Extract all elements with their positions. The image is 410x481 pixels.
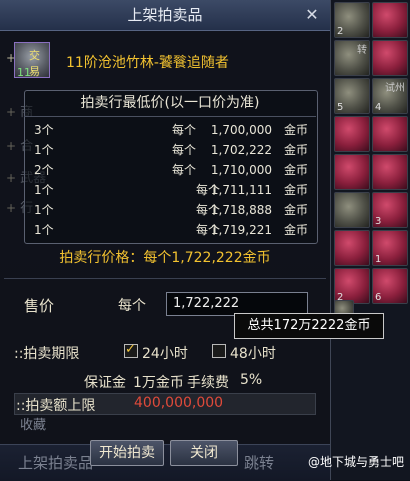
row-price: 1,700,000 [210,123,272,137]
close-icon[interactable]: ✕ [302,5,322,25]
table-row: 1个 每个 1,719,221 金币 [24,220,316,240]
item-trade-tag: 交易 [29,49,40,78]
slot-count: 4 [375,102,382,113]
inventory-slot[interactable]: 转 [334,40,370,76]
slot-tag: 试州 [385,83,405,94]
inventory-slot[interactable] [334,154,370,190]
inventory-slot[interactable] [334,192,370,228]
limit-value: 400,000,000 [134,395,224,411]
divider [4,278,326,279]
auction-price-summary: 拍卖行价格：每个1,722,222金币 [59,250,271,266]
inventory-slot[interactable] [372,154,408,190]
table-row: 3个 每个 1,700,000 金币 [24,120,316,140]
table-row: 1个 每个 1,711,111 金币 [24,180,316,200]
fee-label: 手续费 [187,375,229,391]
slot-count: 6 [375,292,382,303]
price-table-header: 拍卖行最低价(以一口价为准) [24,90,316,117]
inventory-slot[interactable] [372,2,408,38]
row-currency: 金币 [283,203,308,217]
row-currency: 金币 [283,163,308,177]
row-qty: 1个 [34,183,54,197]
inventory-slot[interactable]: 1 [372,230,408,266]
sell-unit-label: 每个 [118,298,146,314]
fee-value: 5% [240,372,263,388]
item-name: 11阶沧池竹林-饕餮追随者 [66,55,229,71]
listing-dialog: 上架拍卖品 ✕ +行 +商 +合 +武器 +行 11 交易 11阶沧池竹林-饕餮… [0,0,384,481]
background-favorite-text: 收藏 [20,418,47,433]
row-qty: 2个 [34,163,54,177]
close-button[interactable]: 关闭 [170,440,238,466]
duration-48h-label: 48小时 [230,346,276,362]
deposit-value: 1万金币 [133,375,184,391]
table-row: 1个 每个 1,702,222 金币 [24,140,316,160]
inventory-slot[interactable] [334,230,370,266]
inventory-slot[interactable]: 3 [372,192,408,228]
row-unit: 每个 [172,143,197,157]
row-currency: 金币 [283,223,308,237]
row-currency: 金币 [283,143,308,157]
row-currency: 金币 [283,183,308,197]
duration-24h-checkbox[interactable] [124,342,138,358]
inventory-slot[interactable] [372,116,408,152]
row-price: 1,719,221 [210,223,272,237]
inventory-slot[interactable]: 2 [334,268,370,304]
background-list-item-button: 上架拍卖品 [18,454,94,472]
row-qty: 1个 [34,143,54,157]
inventory-slot[interactable]: 2 [334,2,370,38]
row-price: 1,710,000 [210,163,272,177]
item-icon[interactable]: 11 交易 [14,42,50,79]
inventory-grid: 2 转 5 试州 4 3 1 2 6 [330,0,410,480]
deposit-label: 保证金 [84,375,126,391]
dialog-title: 上架拍卖品 [127,6,203,24]
slot-count: 3 [375,216,382,227]
slot-count: 2 [337,26,344,37]
row-price: 1,702,222 [210,143,272,157]
row-price: 1,711,111 [210,183,272,197]
row-price: 1,718,888 [210,203,272,217]
watermark: @地下城与勇士吧 [307,455,404,469]
inventory-slot[interactable] [372,40,408,76]
row-unit: 每个 [172,123,197,137]
slot-count: 5 [337,102,344,113]
inventory-slot[interactable]: 试州 4 [372,78,408,114]
duration-24h-label: 24小时 [142,346,188,362]
row-currency: 金币 [283,123,308,137]
table-row: 1个 每个 1,718,888 金币 [24,200,316,220]
table-row: 2个 每个 1,710,000 金币 [24,160,316,180]
row-qty: 1个 [34,223,54,237]
sell-price-label: 售价 [24,297,55,315]
row-qty: 1个 [34,203,54,217]
background-jump-button: 跳转 [244,454,275,472]
limit-label: ::拍卖额上限 [16,398,96,414]
inventory-slot[interactable]: 5 [334,78,370,114]
duration-48h-checkbox[interactable] [212,344,226,358]
slot-count: 1 [375,254,382,265]
inventory-slot[interactable] [334,116,370,152]
start-auction-button[interactable]: 开始拍卖 [90,440,164,466]
duration-label: ::拍卖期限 [14,346,80,362]
slot-tag: 转 [357,45,367,56]
inventory-slot[interactable]: 6 [372,268,408,304]
row-qty: 3个 [34,123,54,137]
total-price-tooltip: 总共172万2222金币 [234,313,384,339]
row-unit: 每个 [172,163,197,177]
